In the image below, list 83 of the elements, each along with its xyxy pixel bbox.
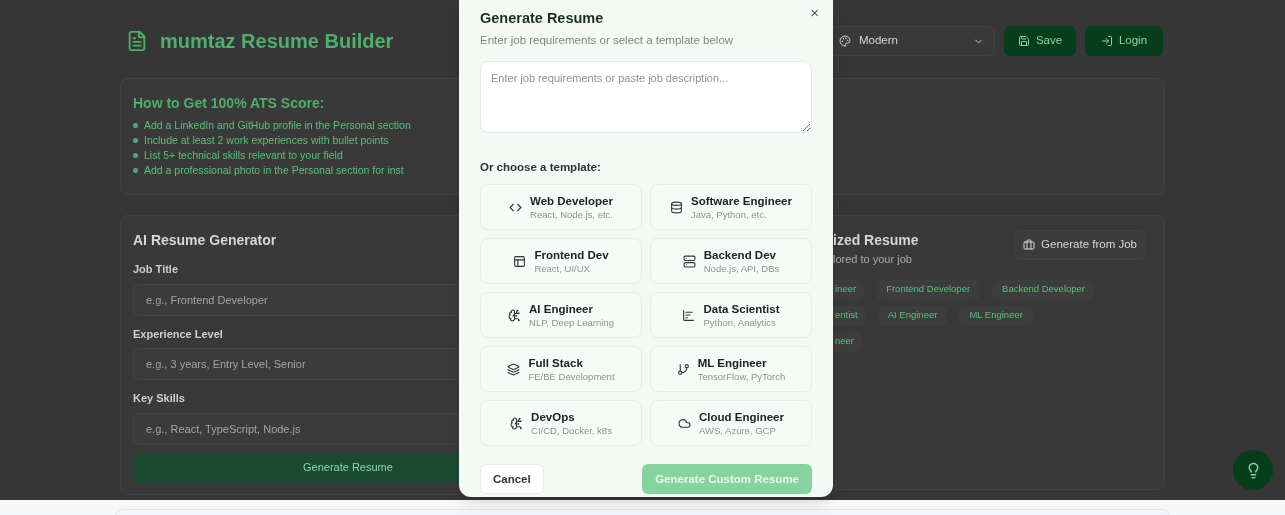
login-icon <box>1100 35 1113 47</box>
field-label: Job Title <box>133 262 180 277</box>
job-description-field[interactable]: Enter job requirements or paste job description... <box>480 61 812 133</box>
tip-text: Add a professional photo in the Personal section for inst <box>144 162 404 178</box>
layout-icon <box>513 254 527 268</box>
template-card[interactable]: Frontend Dev React, UI/UX <box>480 238 642 285</box>
cloud-icon <box>678 416 691 430</box>
template-title: Web Developer <box>530 194 613 209</box>
tailored-title: ized Resume <box>833 231 919 250</box>
template-card[interactable]: Software Engineer Java, Python, etc. <box>650 184 812 231</box>
job-chip[interactable]: AI Engineer <box>877 305 948 326</box>
template-title: Data Scientist <box>703 302 780 317</box>
briefcase-icon <box>1023 239 1036 251</box>
template-subtitle: NLP, Deep Learning <box>529 316 614 329</box>
template-title: Cloud Engineer <box>699 410 784 425</box>
template-card[interactable]: Cloud Engineer AWS, Azure, GCP <box>650 400 812 447</box>
template-select[interactable]: Modern <box>833 26 995 56</box>
bullet-icon <box>133 153 138 158</box>
bullet-icon <box>133 138 138 143</box>
job-chip[interactable]: ineer <box>833 279 865 300</box>
job-chip[interactable]: entist <box>833 305 866 326</box>
template-subtitle: Node.js, API, DBs <box>703 262 780 275</box>
save-button[interactable]: Save <box>1004 26 1076 56</box>
template-title: AI Engineer <box>529 302 593 317</box>
template-subtitle: Python, Analytics <box>703 316 776 329</box>
template-title: ML Engineer <box>697 356 767 371</box>
template-subtitle: React, Node.js, etc. <box>530 208 613 221</box>
tips-title: How to Get 100% ATS Score: <box>133 94 326 113</box>
save-icon <box>1017 35 1030 47</box>
field-label: Key Skills <box>133 391 186 406</box>
cancel-button[interactable]: Cancel <box>480 464 544 495</box>
input-field[interactable]: e.g., Frontend Developer <box>133 283 459 316</box>
tips-fab-button[interactable] <box>1233 450 1273 490</box>
template-section-label: Or choose a template: <box>480 160 602 175</box>
input-field[interactable]: e.g., 3 years, Entry Level, Senior <box>133 348 459 380</box>
template-title: Frontend Dev <box>534 248 609 263</box>
job-chip[interactable]: ML Engineer <box>959 305 1033 326</box>
template-card[interactable]: Backend Dev Node.js, API, DBs <box>650 238 812 285</box>
template-card[interactable]: ML Engineer TensorFlow, PyTorch <box>650 346 812 393</box>
layers-icon <box>507 362 521 376</box>
job-chip[interactable]: neer <box>833 331 862 352</box>
template-card[interactable]: DevOps CI/CD, Docker, k8s <box>480 400 642 447</box>
app-title: mumtaz Resume Builder <box>160 29 394 54</box>
template-subtitle: React, UI/UX <box>534 262 590 275</box>
tailored-subtitle: lored to your job <box>833 252 913 267</box>
server-icon <box>682 254 696 268</box>
template-subtitle: AWS, Azure, GCP <box>699 424 776 437</box>
input-field[interactable]: e.g., React, TypeScript, Node.js <box>133 412 459 445</box>
select-value: Modern <box>859 33 899 49</box>
palette-icon <box>839 35 851 47</box>
template-card[interactable]: Data Scientist Python, Analytics <box>650 292 812 339</box>
template-card[interactable]: Web Developer React, Node.js, etc. <box>480 184 642 231</box>
tip-text: Include at least 2 work experiences with bullet points <box>144 132 389 148</box>
dialog-subtitle: Enter job requirements or select a template below <box>480 32 735 48</box>
template-title: Full Stack <box>528 356 583 371</box>
bar-chart-icon <box>682 308 696 322</box>
brain-icon <box>510 416 524 430</box>
job-chip[interactable]: Frontend Developer <box>876 279 981 300</box>
brain-icon <box>508 308 522 322</box>
template-title: Backend Dev <box>703 248 776 263</box>
template-subtitle: CI/CD, Docker, k8s <box>531 424 612 437</box>
template-title: Software Engineer <box>691 194 792 209</box>
close-button[interactable]: × <box>810 2 819 25</box>
template-card[interactable]: Full Stack FE/BE Development <box>480 346 642 393</box>
database-icon <box>670 200 683 214</box>
generate-from-job-button[interactable]: Generate from Job <box>1014 230 1146 260</box>
template-subtitle: Java, Python, etc. <box>691 208 767 221</box>
document-icon <box>126 30 148 52</box>
tip-text: Add a LinkedIn and GitHub profile in the Personal section <box>144 117 411 133</box>
generator-title: AI Resume Generator <box>133 231 278 250</box>
tip-text: List 5+ technical skills relevant to your field <box>144 147 343 163</box>
generate-resume-button[interactable]: Generate Resume <box>133 452 459 483</box>
template-card[interactable]: AI Engineer NLP, Deep Learning <box>480 292 642 339</box>
bullet-icon <box>133 123 138 128</box>
bullet-icon <box>133 168 138 173</box>
job-chip[interactable]: Backend Developer <box>992 279 1095 300</box>
field-label: Experience Level <box>133 326 224 342</box>
template-subtitle: TensorFlow, PyTorch <box>697 370 786 383</box>
login-button[interactable]: Login <box>1085 26 1163 56</box>
branch-icon <box>676 362 690 376</box>
template-title: DevOps <box>531 410 575 425</box>
dialog-title: Generate Resume <box>480 9 605 28</box>
template-subtitle: FE/BE Development <box>528 370 615 383</box>
